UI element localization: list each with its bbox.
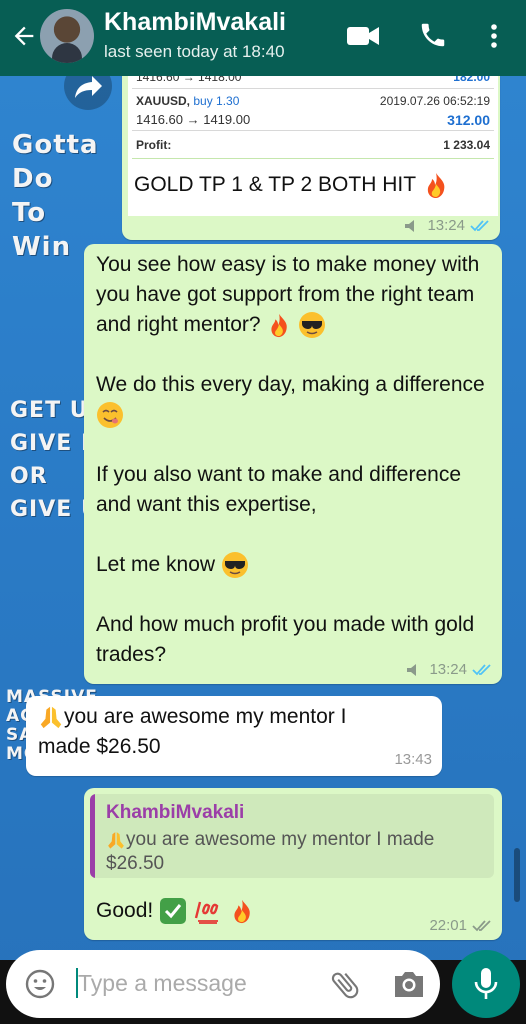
message-text: Good! bbox=[96, 896, 255, 926]
sunglasses-emoji-icon bbox=[221, 552, 248, 579]
last-seen-status: last seen today at 18:40 bbox=[104, 42, 285, 61]
message-bubble-outgoing[interactable]: 1416.60 → 1418.00 182.00 XAUUSD, buy 1.3… bbox=[122, 64, 500, 240]
trade-row: XAUUSD, buy 1.30 2019.07.26 06:52:19 bbox=[136, 94, 490, 108]
scrollbar[interactable] bbox=[514, 848, 520, 902]
read-ticks-icon bbox=[470, 219, 489, 231]
message-input-bar: Type a message bbox=[6, 950, 440, 1018]
video-call-icon[interactable] bbox=[346, 24, 380, 48]
voice-message-button[interactable] bbox=[452, 950, 520, 1018]
reply-accent-bar bbox=[90, 794, 95, 878]
hundred-points-emoji-icon bbox=[194, 902, 219, 925]
message-bubble-outgoing[interactable]: You see how easy is to make money with y… bbox=[84, 244, 502, 684]
chat-header: KhambiMvakali last seen today at 18:40 bbox=[0, 0, 526, 76]
wallpaper-text: Gotta Do To Win bbox=[12, 130, 99, 262]
message-meta: 13:43 bbox=[394, 751, 432, 768]
avatar[interactable] bbox=[40, 9, 94, 63]
message-paragraph: You see how easy is to make money with y… bbox=[96, 250, 486, 340]
microphone-icon bbox=[474, 968, 498, 999]
back-arrow-icon[interactable] bbox=[10, 22, 38, 50]
quoted-reply[interactable]: KhambiMvakali you are awesome my mentor … bbox=[90, 794, 494, 878]
divider bbox=[132, 158, 494, 159]
message-bubble-outgoing[interactable]: KhambiMvakali you are awesome my mentor … bbox=[84, 788, 502, 940]
fire-emoji-icon bbox=[427, 173, 444, 199]
message-text: you are awesome my mentor I made $26.50 bbox=[38, 705, 347, 758]
contact-name[interactable]: KhambiMvakali bbox=[104, 8, 286, 37]
fire-emoji-icon bbox=[271, 314, 288, 338]
forwarded-speaker-icon bbox=[405, 219, 415, 232]
more-options-icon[interactable] bbox=[484, 22, 504, 50]
yum-emoji-icon bbox=[97, 402, 123, 429]
message-input[interactable]: Type a message bbox=[78, 970, 247, 997]
folded-hands-emoji-icon bbox=[40, 707, 62, 729]
trade-row: 1416.60 → 1419.00 312.00 bbox=[136, 112, 490, 128]
reply-author: KhambiMvakali bbox=[106, 802, 245, 823]
message-meta: 13:24 bbox=[404, 217, 490, 234]
message-meta: 22:01 bbox=[429, 917, 492, 934]
forwarded-speaker-icon bbox=[407, 663, 417, 676]
message-text: You see how easy is to make money with y… bbox=[96, 250, 486, 670]
read-ticks-icon bbox=[472, 663, 491, 675]
message-paragraph: If you also want to make and difference … bbox=[96, 463, 461, 516]
delivered-ticks-icon bbox=[472, 919, 491, 931]
divider bbox=[132, 88, 494, 89]
emoji-picker-icon[interactable] bbox=[24, 968, 56, 1000]
message-bubble-incoming[interactable]: you are awesome my mentor I made $26.50 … bbox=[26, 696, 442, 776]
sunglasses-emoji-icon bbox=[299, 312, 326, 339]
camera-icon[interactable] bbox=[392, 968, 426, 1000]
attach-icon[interactable] bbox=[328, 968, 362, 1002]
reply-text: you are awesome my mentor I made $26.50 bbox=[106, 829, 435, 874]
divider bbox=[132, 130, 494, 131]
message-meta: 13:24 bbox=[406, 661, 492, 678]
trade-profit-row: Profit: 1 233.04 bbox=[136, 138, 490, 152]
message-text: GOLD TP 1 & TP 2 BOTH HIT bbox=[134, 170, 450, 200]
message-paragraph: We do this every day, making a differenc… bbox=[96, 370, 486, 430]
message-paragraph: Let me know bbox=[96, 550, 486, 580]
folded-hands-emoji-icon bbox=[108, 832, 124, 849]
check-mark-emoji-icon bbox=[160, 898, 187, 925]
voice-call-icon[interactable] bbox=[418, 20, 448, 50]
fire-emoji-icon bbox=[234, 900, 250, 924]
